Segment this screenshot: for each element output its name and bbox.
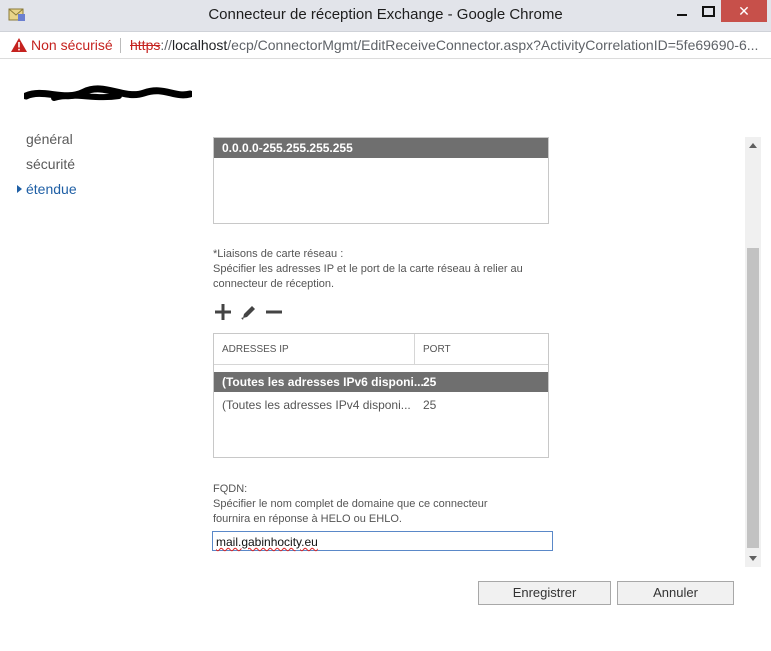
cancel-button[interactable]: Annuler [617,581,734,605]
fqdn-value: mail.gabinhocity.eu [216,535,318,549]
table-header: ADRESSES IP PORT [214,334,548,365]
url-separator: :// [160,37,173,53]
list-item[interactable]: 0.0.0.0-255.255.255.255 [214,138,548,158]
window-titlebar: Connecteur de réception Exchange - Googl… [0,0,771,32]
cell-ip: (Toutes les adresses IPv4 disponi... [222,398,411,412]
add-icon[interactable] [214,303,232,321]
nav-item-security[interactable]: sécurité [26,156,75,172]
url-path: /ecp/ConnectorMgmt/EditReceiveConnector.… [227,37,759,53]
bindings-label: *Liaisons de carte réseau : Spécifier le… [213,247,523,292]
scroll-up-icon[interactable] [749,143,757,148]
fqdn-input[interactable]: mail.gabinhocity.eu [212,531,553,551]
active-indicator-icon [17,185,22,193]
save-button[interactable]: Enregistrer [478,581,611,605]
nav-item-general[interactable]: général [26,131,73,147]
warning-icon [11,38,27,52]
fqdn-description-2: fournira en réponse à HELO ou EHLO. [213,513,402,525]
scrollbar-thumb[interactable] [747,248,759,548]
security-label[interactable]: Non sécurisé [31,32,113,58]
edit-icon[interactable] [240,303,258,321]
separator [120,38,121,53]
vertical-scrollbar[interactable] [745,137,761,567]
bindings-title: *Liaisons de carte réseau : [213,248,344,260]
cell-ip: (Toutes les adresses IPv6 disponi... [222,375,424,389]
table-row[interactable]: (Toutes les adresses IPv6 disponi... 25 [214,372,548,392]
table-row[interactable]: (Toutes les adresses IPv4 disponi... 25 [214,395,548,415]
window-title: Connecteur de réception Exchange - Googl… [208,6,563,23]
fqdn-title: FQDN: [213,483,248,495]
address-bar[interactable]: Non sécurisé https://localhost/ecp/Conne… [0,32,771,59]
column-divider [414,334,415,364]
close-button[interactable]: ✕ [721,0,767,22]
minimize-button[interactable] [669,0,695,22]
cell-port: 25 [423,375,437,389]
maximize-button[interactable] [695,0,721,22]
remove-icon[interactable] [265,303,283,321]
bindings-table[interactable]: ADRESSES IP PORT (Toutes les adresses IP… [213,333,549,458]
remote-ip-list[interactable]: 0.0.0.0-255.255.255.255 [213,137,549,224]
fqdn-description-1: Spécifier le nom complet de domaine que … [213,498,488,510]
scroll-down-icon[interactable] [749,556,757,561]
bindings-description-1: Spécifier les adresses IP et le port de … [213,263,523,275]
url-scheme: https [130,37,161,53]
column-header-ip[interactable]: ADRESSES IP [222,344,289,355]
url-host: localhost [172,37,228,53]
nav-item-scope[interactable]: étendue [26,181,77,197]
redacted-logo [24,85,192,101]
fqdn-label: FQDN: Spécifier le nom complet de domain… [213,482,488,527]
url-text[interactable]: https://localhost/ecp/ConnectorMgmt/Edit… [130,32,758,58]
cell-port: 25 [423,398,437,412]
bindings-description-2: connecteur de réception. [213,278,335,290]
column-header-port[interactable]: PORT [423,344,451,355]
